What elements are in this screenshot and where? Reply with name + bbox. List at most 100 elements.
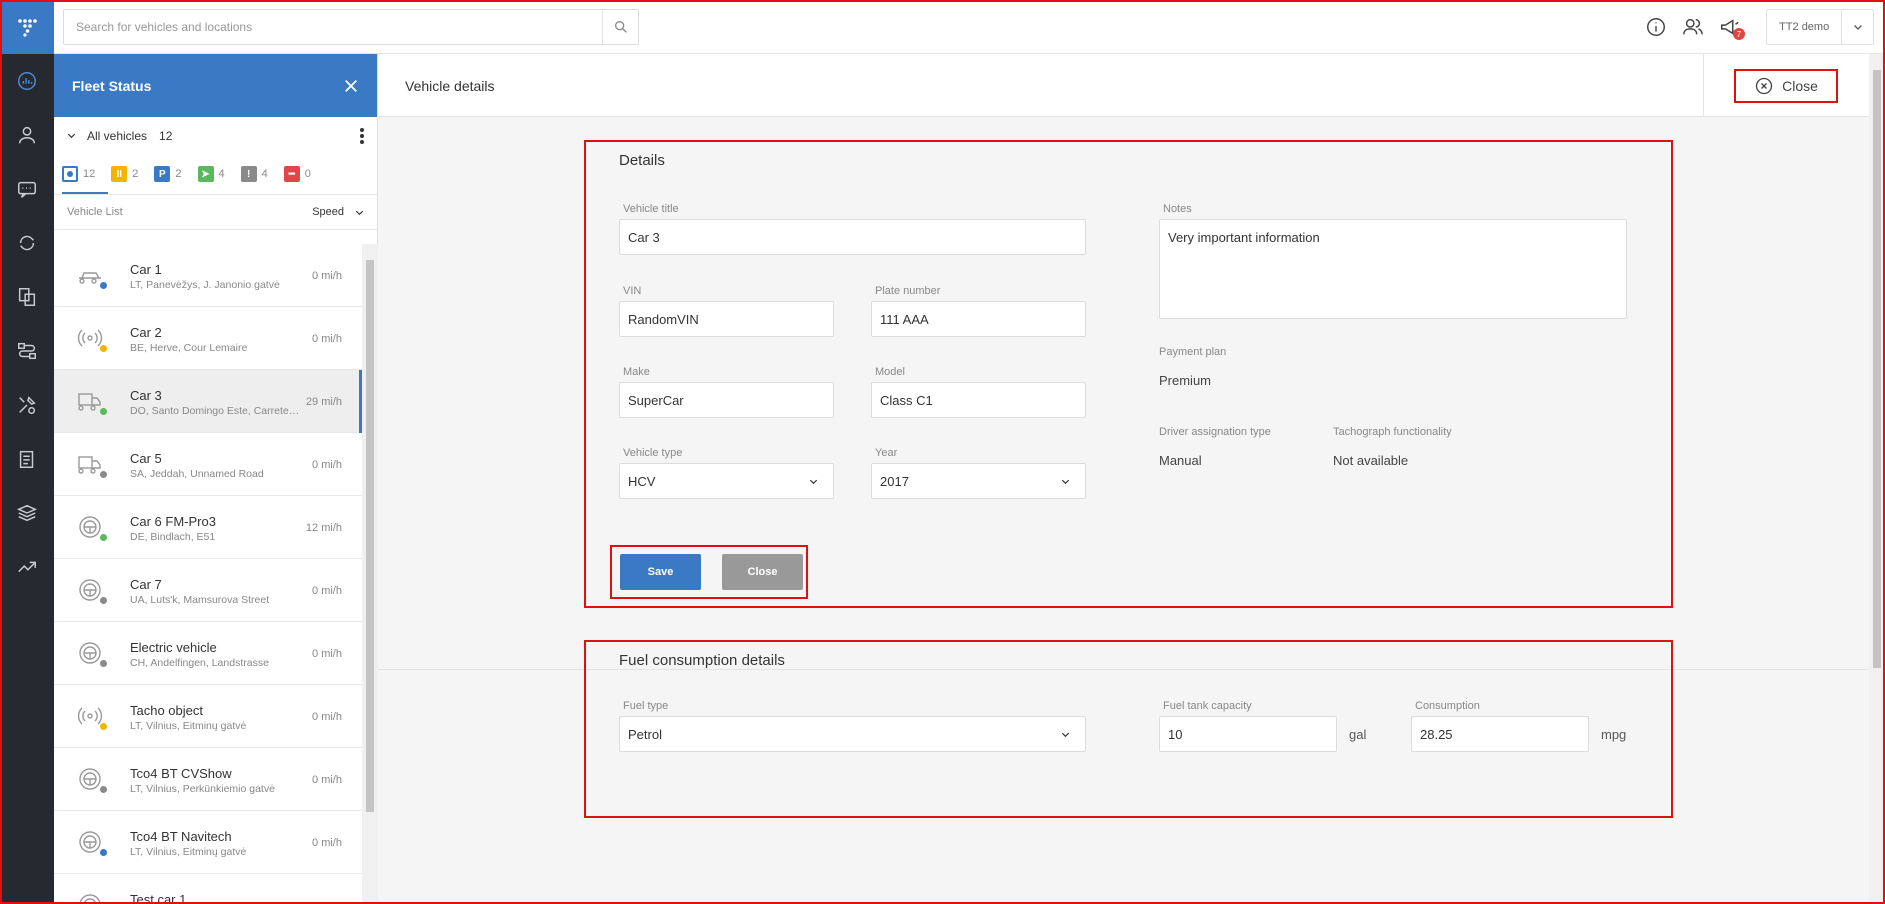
top-bar: 7 TT2 demo: [54, 0, 1885, 54]
nav-drivers[interactable]: [0, 108, 54, 162]
driver-assignation-label: Driver assignation type: [1159, 426, 1271, 438]
fuel-tank-label: Fuel tank capacity: [1163, 700, 1252, 712]
filter-alert[interactable]: ! 4: [240, 166, 268, 182]
vehicle-name: Car 1: [130, 262, 162, 277]
fuel-tank-field[interactable]: 10: [1159, 716, 1337, 752]
nav-reports[interactable]: [0, 270, 54, 324]
nav-messages[interactable]: [0, 162, 54, 216]
vehicle-list-item[interactable]: Car 7 UA, Luts'k, Mamsurova Street 0 mi/h: [54, 559, 362, 622]
notifications-button[interactable]: 7: [1716, 13, 1745, 41]
vehicle-list-item[interactable]: Car 1 LT, Panevėžys, J. Janonio gatvė 0 mi…: [54, 244, 362, 307]
close-button[interactable]: Close: [722, 554, 803, 590]
vehicle-list-item[interactable]: Electric vehicle CH, Andelfingen, Landstr…: [54, 622, 362, 685]
chevron-down-icon: [1061, 479, 1070, 484]
scrollbar-thumb[interactable]: [1873, 70, 1881, 668]
vehicle-title-label: Vehicle title: [623, 203, 679, 215]
filter-stopped-count: 0: [304, 168, 311, 180]
save-button[interactable]: Save: [620, 554, 701, 590]
vehicle-list-item[interactable]: Tco4 BT Navitech LT, Vilnius, Eitminų gat…: [54, 811, 362, 874]
group-label: All vehicles: [87, 128, 148, 143]
vehicle-name: Tco4 BT CVShow: [130, 766, 232, 781]
notes-field[interactable]: Very important information: [1159, 219, 1627, 319]
driver-assignation-value: Manual: [1159, 453, 1202, 468]
vehicle-list-item[interactable]: Tco4 BT CVShow LT, Vilnius, Perkūnkiemio …: [54, 748, 362, 811]
filter-paused-count: 2: [132, 168, 139, 180]
documents-icon: [19, 450, 34, 468]
vehicle-type-select[interactable]: HCV: [619, 463, 834, 499]
users-button[interactable]: [1679, 13, 1707, 41]
tachograph-label: Tachograph functionality: [1333, 426, 1452, 438]
route-icon: [18, 342, 36, 360]
fuel-tank-unit: gal: [1349, 727, 1367, 742]
app-logo[interactable]: [0, 0, 54, 54]
filter-parked-count: 2: [175, 168, 182, 180]
plate-number-field[interactable]: 111 AAA: [871, 301, 1086, 337]
details-card: Details Vehicle title Car 3 VIN RandomVI…: [584, 140, 1673, 608]
filter-moving[interactable]: ➤ 4: [197, 166, 225, 182]
nav-maintenance[interactable]: [0, 378, 54, 432]
account-menu[interactable]: TT2 demo: [1766, 9, 1874, 45]
vehicle-list-item[interactable]: Test car 1: [54, 874, 362, 904]
filter-all[interactable]: 12: [62, 166, 95, 182]
vehicle-speed: 0 mi/h: [312, 333, 342, 345]
search-icon: [614, 20, 627, 33]
form-actions: Save Close: [610, 545, 808, 599]
vehicle-list-item[interactable]: Car 2 BE, Herve, Cour Lemaire 0 mi/h: [54, 307, 362, 370]
search-input[interactable]: [64, 10, 594, 44]
vehicle-list-header: Vehicle List Speed: [54, 194, 377, 230]
consumption-label: Consumption: [1415, 700, 1480, 712]
year-select[interactable]: 2017: [871, 463, 1086, 499]
make-field[interactable]: SuperCar: [619, 382, 834, 418]
nav-layers[interactable]: [0, 486, 54, 540]
fuel-type-select[interactable]: Petrol: [619, 716, 1086, 752]
close-details-button[interactable]: Close: [1734, 69, 1838, 103]
vehicle-list-item[interactable]: Car 5 SA, Jeddah, Unnamed Road 0 mi/h: [54, 433, 362, 496]
vehicle-name: Test car 1: [130, 892, 187, 904]
fuel-type-label: Fuel type: [623, 700, 669, 712]
consumption-field[interactable]: 28.25: [1411, 716, 1589, 752]
vin-field[interactable]: RandomVIN: [619, 301, 834, 337]
filter-paused[interactable]: II 2: [111, 166, 138, 182]
make-label: Make: [623, 366, 650, 378]
vehicle-list-item[interactable]: Car 3 DO, Santo Domingo Este, Carretera M…: [54, 370, 362, 433]
nav-dashboard[interactable]: [0, 54, 54, 108]
sort-selector[interactable]: Speed: [312, 206, 365, 218]
info-button[interactable]: [1642, 13, 1670, 41]
vehicle-list-item[interactable]: Tacho object LT, Vilnius, Eitminų gatvė 0 …: [54, 685, 362, 748]
vehicle-name: Tacho object: [130, 703, 203, 718]
filter-parked[interactable]: P 2: [154, 166, 182, 182]
vehicle-group-selector[interactable]: All vehicles 12: [54, 117, 377, 154]
nav-documents[interactable]: [0, 432, 54, 486]
scrollbar-thumb[interactable]: [366, 260, 374, 812]
account-dropdown[interactable]: [1841, 10, 1873, 44]
vehicle-speed: 29 mi/h: [305, 396, 342, 408]
filter-stopped[interactable]: ━ 0: [283, 166, 311, 182]
nav-analytics[interactable]: [0, 540, 54, 594]
vehicle-status-dot: [100, 723, 107, 730]
fleet-status-panel: Fleet Status All vehicles 12 12 II 2 P 2…: [54, 54, 378, 904]
chevron-down-icon[interactable]: [66, 130, 77, 141]
vehicle-details-pane: Vehicle details Close Details Vehicle ti…: [378, 54, 1869, 904]
vehicle-list-scrollbar[interactable]: [362, 244, 378, 904]
plate-number-label: Plate number: [875, 285, 941, 297]
vehicle-name: Car 2: [130, 325, 162, 340]
alert-icon: !: [240, 166, 257, 182]
model-field[interactable]: Class C1: [871, 382, 1086, 418]
trend-icon: [18, 561, 36, 573]
nav-routes[interactable]: [0, 216, 54, 270]
year-value: 2017: [880, 473, 909, 489]
vehicle-address: LT, Vilnius, Eitminų gatvė: [130, 720, 247, 732]
vehicle-speed: 0 mi/h: [312, 837, 342, 849]
more-options-icon[interactable]: [359, 127, 365, 145]
users-icon: [1683, 18, 1703, 35]
vehicle-list-item[interactable]: Car 6 FM-Pro3 DE, Bindlach, E51 12 mi/h: [54, 496, 362, 559]
vehicle-title-field[interactable]: Car 3: [619, 219, 1086, 255]
nav-tasks[interactable]: [0, 324, 54, 378]
vehicle-name: Electric vehicle: [130, 640, 217, 655]
dashboard-icon: [18, 72, 36, 90]
main-scrollbar[interactable]: [1869, 54, 1885, 904]
search-button[interactable]: [602, 10, 638, 44]
close-icon[interactable]: [343, 78, 359, 94]
vehicle-address: LT, Vilnius, Perkūnkiemio gatvė: [130, 783, 275, 795]
payment-plan-label: Payment plan: [1159, 346, 1227, 358]
